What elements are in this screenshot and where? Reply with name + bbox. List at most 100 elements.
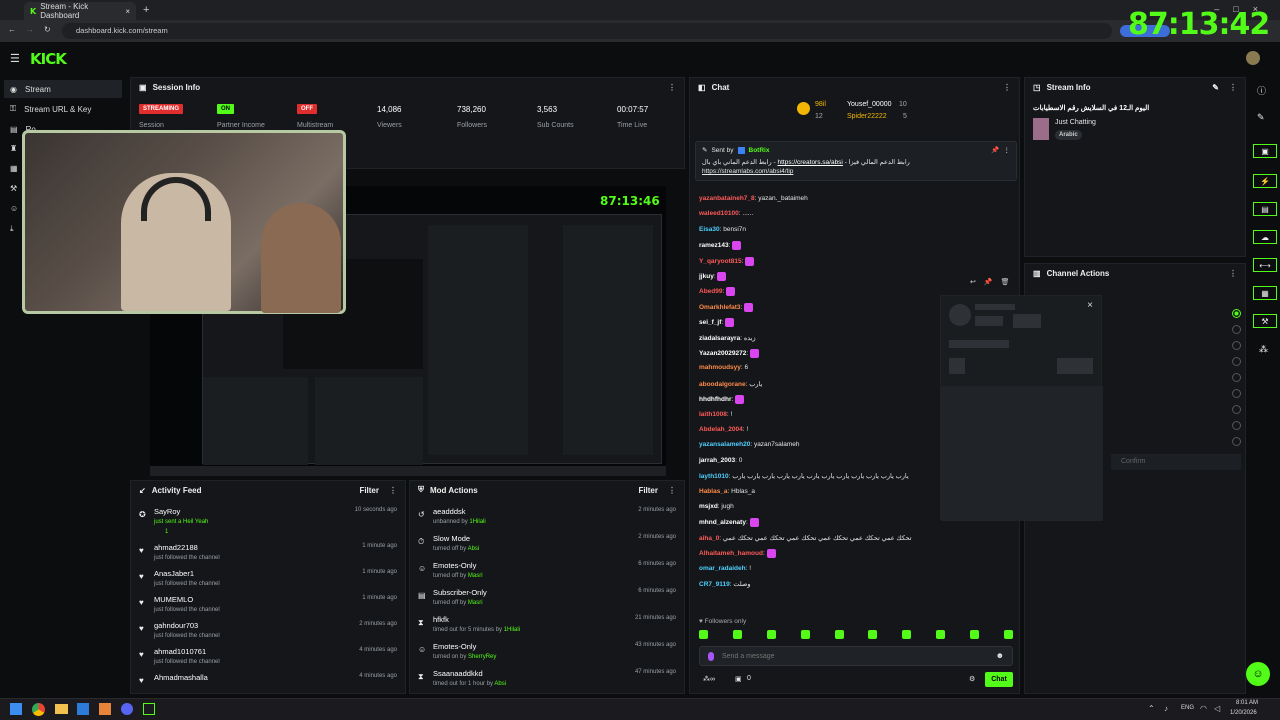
emote-icon[interactable]	[834, 630, 844, 639]
chat-username[interactable]: Hablas_a	[699, 488, 728, 495]
bot-name[interactable]: BotRix	[749, 147, 770, 154]
send-message-field[interactable]	[722, 650, 982, 663]
category-name[interactable]: Just Chatting	[1055, 119, 1096, 126]
activity-menu-icon[interactable]: ⋮	[389, 486, 397, 495]
activity-user[interactable]: gahndour703	[154, 621, 198, 630]
users-icon[interactable]: ☺	[10, 204, 18, 213]
emote-icon[interactable]	[749, 349, 759, 358]
language-indicator[interactable]: ENG	[1181, 705, 1194, 711]
pinned-link[interactable]: https://creators.sa/absi	[777, 159, 842, 166]
activity-user[interactable]: SayRoy	[154, 507, 180, 516]
new-tab-button[interactable]: +	[143, 4, 149, 16]
chat-username[interactable]: sei_f_jf	[699, 319, 721, 326]
mod-by[interactable]: SherryRey	[468, 654, 496, 660]
chat-username[interactable]: Abdelah_2004	[699, 426, 743, 433]
chat-username[interactable]: Alhaitameh_hamoud	[699, 550, 763, 557]
chat-menu-icon[interactable]: ⋮	[1003, 83, 1011, 92]
chat-username[interactable]: laith1008	[699, 411, 727, 418]
emote-icon[interactable]	[699, 630, 708, 639]
emote-icon[interactable]	[902, 630, 912, 639]
confirm-button[interactable]: Confirm	[1111, 454, 1241, 470]
gift-icon[interactable]: ▣	[735, 675, 742, 683]
app-icon[interactable]	[99, 703, 111, 715]
clock-time[interactable]: 8:01 AM	[1236, 700, 1258, 706]
cluster-icon[interactable]: ⁂∞	[703, 675, 715, 683]
chat-input[interactable]: ☻	[699, 646, 1013, 666]
tab-close-icon[interactable]: ×	[125, 7, 130, 16]
chat-username[interactable]: yazanbataineh7_8	[699, 195, 755, 202]
emote-icon[interactable]	[766, 549, 776, 559]
activity-user[interactable]: Ahmadmashalla	[154, 673, 208, 682]
session-menu-icon[interactable]: ⋮	[668, 83, 676, 92]
chat-settings-icon[interactable]: ⚙	[969, 675, 975, 683]
activity-filter-button[interactable]: Filter	[359, 486, 379, 495]
rail-button-6[interactable]: ▦	[1253, 286, 1277, 300]
mod-target[interactable]: aeadddsk	[433, 507, 466, 516]
mic-tray-icon[interactable]: ♪	[1164, 704, 1168, 713]
emote-icon[interactable]	[732, 630, 742, 639]
rail-button-2[interactable]: ⚡	[1253, 174, 1277, 188]
user-avatar[interactable]	[1246, 51, 1260, 65]
emote-icon[interactable]	[744, 302, 754, 312]
on-badge[interactable]: ON	[217, 104, 234, 114]
start-icon[interactable]	[10, 703, 22, 715]
mod-by[interactable]: Absi	[494, 681, 506, 687]
chat-username[interactable]: waleed10100	[699, 210, 739, 217]
mod-by[interactable]: Absi	[468, 546, 480, 552]
chat-username[interactable]: mahmoudsyy	[699, 364, 741, 371]
chat-username[interactable]: msjxd	[699, 503, 718, 510]
app-icon[interactable]	[143, 703, 155, 715]
emote-icon[interactable]	[726, 287, 736, 297]
chat-username[interactable]: mhnd_alzenaty	[699, 520, 746, 527]
action-radio[interactable]	[1232, 421, 1241, 430]
pencil-icon[interactable]: ✎	[1257, 112, 1265, 123]
floating-support-button[interactable]: ☺	[1246, 662, 1270, 686]
kick-logo[interactable]: KICK	[30, 50, 67, 68]
action-radio[interactable]	[1232, 405, 1241, 414]
chat-username[interactable]: yazansalameh20	[699, 441, 750, 448]
chat-username[interactable]: hhdhfhdhr	[699, 396, 732, 403]
wifi-icon[interactable]: ◠	[1200, 704, 1207, 713]
edit-icon[interactable]: ✎	[1212, 83, 1219, 92]
action-radio[interactable]	[1232, 309, 1241, 318]
chat-username[interactable]: jarrah_2003	[699, 457, 735, 464]
chat-send-button[interactable]: Chat	[985, 672, 1013, 687]
mod-filter-button[interactable]: Filter	[638, 486, 658, 495]
chrome-icon[interactable]	[32, 703, 45, 716]
rail-button-1[interactable]: ▣	[1253, 144, 1277, 158]
sidebar-item-stream[interactable]: ◉ Stream	[4, 80, 122, 98]
reload-icon[interactable]: ↻	[44, 25, 51, 34]
emote-icon[interactable]	[800, 630, 810, 639]
chat-username[interactable]: ziadalsarayra	[699, 335, 740, 342]
forward-icon[interactable]: →	[26, 25, 34, 34]
menu-icon[interactable]: ☰	[10, 52, 20, 65]
chat-username[interactable]: Omarkhlefat3	[699, 304, 741, 311]
emote-icon[interactable]	[936, 630, 946, 639]
leader-name[interactable]: Yousef_00000	[847, 101, 892, 108]
mod-target[interactable]: Ssaanaaddkkd	[433, 669, 483, 678]
emote-icon[interactable]	[868, 630, 878, 639]
cluster-icon[interactable]: ⁂	[1259, 344, 1268, 355]
clock-date[interactable]: 1/20/2026	[1230, 710, 1257, 716]
pinned-link2[interactable]: https://streamlabs.com/absi4/tip	[702, 168, 1010, 175]
app-icon[interactable]	[77, 703, 89, 715]
pin-toggle-icon[interactable]: 📌	[991, 146, 999, 154]
emote-icon[interactable]	[745, 256, 755, 266]
popover-close-icon[interactable]: ×	[1087, 300, 1093, 311]
activity-user[interactable]: ahmad1010761	[154, 647, 206, 656]
mod-target[interactable]: hfkfk	[433, 615, 449, 624]
chat-username[interactable]: Abed99	[699, 289, 722, 296]
emote-icon[interactable]	[1003, 630, 1013, 639]
emote-icon[interactable]	[749, 518, 759, 528]
list-icon[interactable]: ▦	[10, 164, 18, 173]
chat-username[interactable]: layth1010	[699, 473, 729, 480]
rail-button-7[interactable]: ⚒	[1253, 314, 1277, 328]
pin-message-icon[interactable]: 📌	[984, 278, 993, 290]
url-field[interactable]: dashboard.kick.com/stream	[62, 23, 1112, 39]
back-icon[interactable]: ←	[8, 25, 16, 34]
emote-icon[interactable]	[717, 272, 727, 281]
emoji-icon[interactable]: ☻	[996, 651, 1004, 660]
chat-username[interactable]: omar_radaideh	[699, 565, 746, 572]
emote-icon[interactable]	[766, 630, 776, 639]
action-radio[interactable]	[1232, 325, 1241, 334]
